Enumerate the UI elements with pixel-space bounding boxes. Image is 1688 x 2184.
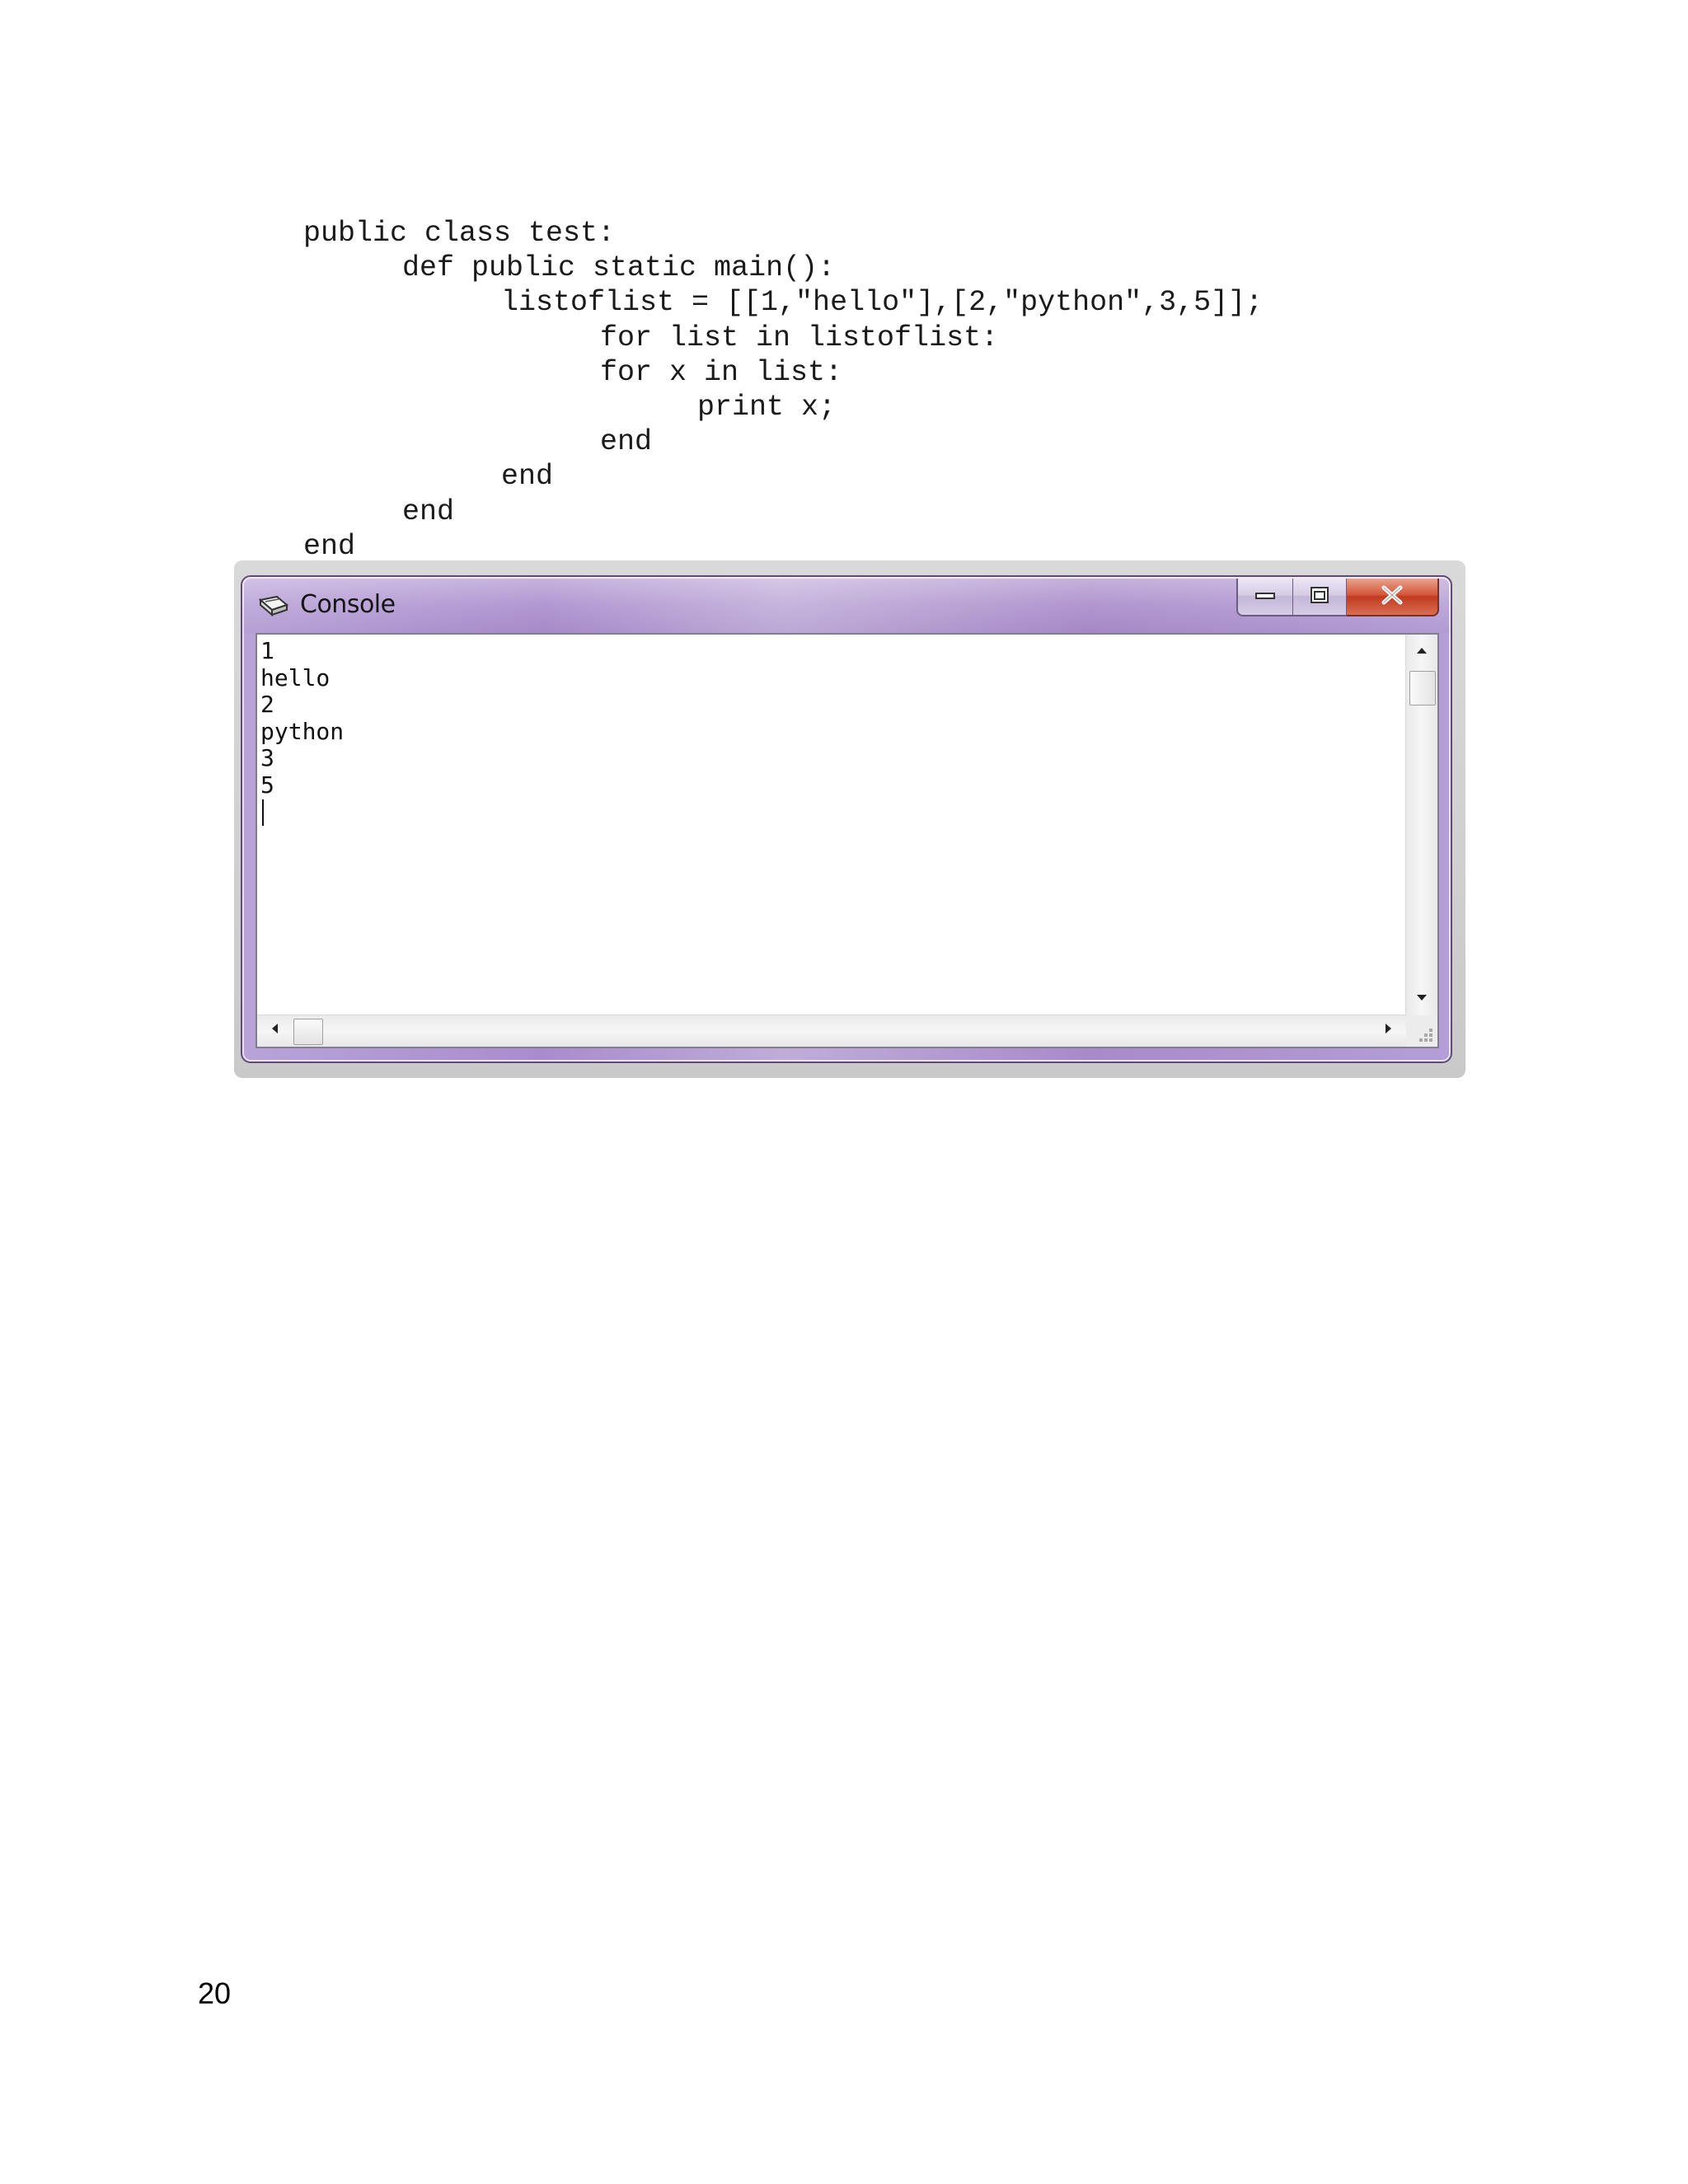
- code-line: def public static main():: [402, 251, 836, 285]
- console-output: 1 hello 2 python 3 5: [260, 637, 345, 799]
- minimize-button[interactable]: [1236, 579, 1293, 616]
- title-bar[interactable]: Console: [242, 577, 1451, 633]
- code-line: for x in list:: [600, 355, 843, 389]
- output-line: 3: [260, 744, 274, 772]
- scroll-right-button[interactable]: [1373, 1015, 1404, 1045]
- console-output-area[interactable]: 1 hello 2 python 3 5: [256, 633, 1439, 1048]
- arrow-left-icon: [270, 1023, 279, 1038]
- console-app-icon[interactable]: [257, 592, 290, 618]
- minimize-icon: [1254, 589, 1276, 605]
- code-line: end: [600, 425, 653, 459]
- code-line: end: [501, 460, 554, 494]
- horizontal-scrollbar[interactable]: [257, 1015, 1406, 1047]
- code-line: print x;: [697, 390, 837, 424]
- scroll-down-button[interactable]: [1406, 984, 1437, 1014]
- resize-grip[interactable]: [1406, 1015, 1437, 1047]
- output-line: python: [260, 717, 345, 745]
- horizontal-scroll-thumb[interactable]: [293, 1019, 323, 1045]
- vertical-scroll-thumb[interactable]: [1409, 671, 1436, 705]
- maximize-icon: [1310, 586, 1329, 608]
- text-caret: [262, 799, 264, 826]
- code-listing: public class test: def public static main…: [303, 216, 1263, 564]
- code-line: end: [303, 529, 356, 563]
- close-icon: [1380, 585, 1404, 609]
- code-line: end: [402, 494, 455, 528]
- code-line: for list in listoflist:: [600, 321, 999, 354]
- arrow-right-icon: [1385, 1023, 1393, 1038]
- output-line: 5: [260, 771, 274, 799]
- page-number: 20: [198, 1976, 232, 2010]
- resize-grip-icon: [1406, 1029, 1437, 1050]
- code-line: public class test:: [303, 217, 616, 250]
- code-line: listoflist = [[1,"hello"],[2,"python",3,…: [501, 286, 1264, 320]
- window-title: Console: [300, 590, 396, 619]
- output-line: 2: [260, 691, 274, 719]
- scroll-left-button[interactable]: [259, 1015, 290, 1045]
- console-window[interactable]: Console 1 hello 2 python 3 5: [241, 575, 1452, 1063]
- output-line: hello: [260, 663, 331, 691]
- arrow-down-icon: [1416, 991, 1428, 1006]
- scroll-up-button[interactable]: [1406, 636, 1437, 666]
- window-controls: [1236, 579, 1439, 616]
- vertical-scrollbar[interactable]: [1405, 635, 1437, 1015]
- close-button[interactable]: [1347, 579, 1439, 616]
- arrow-up-icon: [1416, 644, 1428, 658]
- maximize-button[interactable]: [1293, 579, 1347, 616]
- output-line: 1: [260, 637, 274, 664]
